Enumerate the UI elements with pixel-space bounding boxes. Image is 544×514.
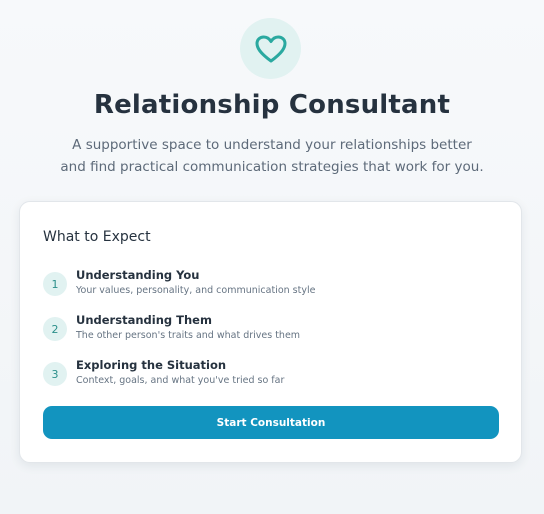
step-item: 1 Understanding You Your values, persona…: [43, 268, 503, 302]
heart-icon: [255, 35, 286, 62]
card-title: What to Expect: [43, 229, 151, 245]
heart-icon-circle: [240, 18, 301, 79]
step-item: 2 Understanding Them The other person's …: [43, 313, 503, 347]
step-number-badge: 3: [43, 362, 67, 386]
step-number-badge: 1: [43, 272, 67, 296]
start-consultation-button[interactable]: Start Consultation: [43, 406, 499, 439]
step-title: Understanding You: [76, 268, 200, 282]
step-description: Your values, personality, and communicat…: [76, 285, 316, 296]
step-item: 3 Exploring the Situation Context, goals…: [43, 358, 503, 392]
step-title: Exploring the Situation: [76, 358, 227, 372]
page-subtitle: A supportive space to understand your re…: [60, 137, 484, 175]
step-title: Understanding Them: [76, 313, 212, 327]
step-description: Context, goals, and what you've tried so…: [76, 375, 285, 386]
step-number-badge: 2: [43, 317, 67, 341]
expectations-card: What to Expect 1 Understanding You Your …: [19, 201, 522, 463]
page-title: Relationship Consultant: [93, 90, 451, 120]
step-description: The other person's traits and what drive…: [76, 330, 301, 341]
